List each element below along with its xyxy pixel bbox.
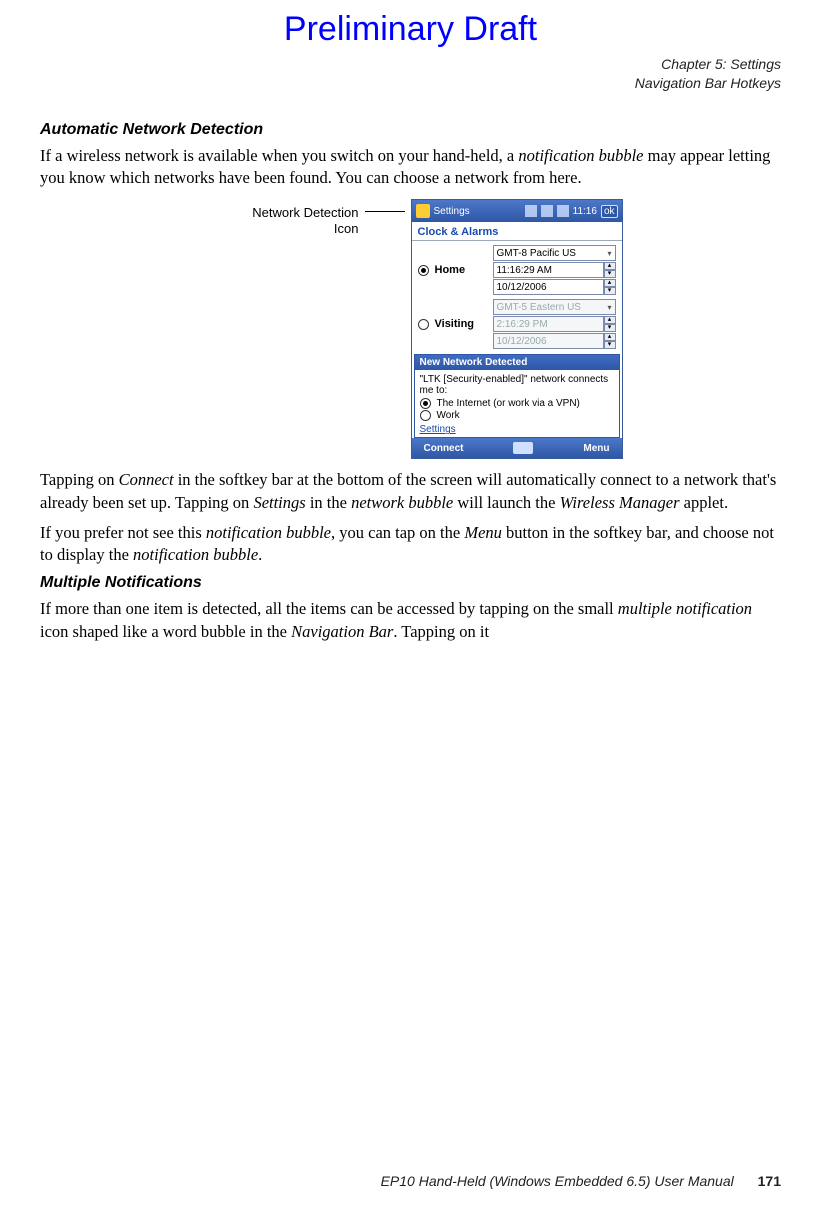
device-screenshot: Settings 11:16 ok Clock & Alarms Home GM… bbox=[411, 199, 623, 459]
softkey-menu[interactable]: Menu bbox=[583, 443, 609, 454]
paragraph: If a wireless network is available when … bbox=[40, 145, 781, 190]
callout-text: Network Detection bbox=[252, 205, 358, 220]
text: in the bbox=[306, 493, 351, 512]
callout-text: Icon bbox=[334, 221, 359, 236]
device-subtitle: Clock & Alarms bbox=[412, 222, 622, 241]
spinner[interactable]: ▴▾ bbox=[604, 333, 616, 349]
start-flag-icon[interactable] bbox=[416, 204, 430, 218]
network-popup: New Network Detected "LTK [Security-enab… bbox=[414, 354, 620, 438]
radio-internet[interactable] bbox=[420, 398, 431, 409]
draft-header: Preliminary Draft bbox=[40, 10, 781, 49]
text-em: notification bubble bbox=[133, 545, 258, 564]
ok-button[interactable]: ok bbox=[601, 205, 618, 218]
radio-home[interactable] bbox=[418, 265, 429, 276]
popup-settings-link[interactable]: Settings bbox=[420, 424, 456, 435]
text: If a wireless network is available when … bbox=[40, 146, 518, 165]
text: Tapping on bbox=[40, 470, 119, 489]
keyboard-icon[interactable] bbox=[513, 442, 533, 454]
chapter-label: Chapter 5: Settings bbox=[40, 55, 781, 74]
section-label: Navigation Bar Hotkeys bbox=[40, 74, 781, 93]
chapter-meta: Chapter 5: Settings Navigation Bar Hotke… bbox=[40, 55, 781, 93]
popup-title: New Network Detected bbox=[415, 355, 619, 370]
text: . Tapping on it bbox=[393, 622, 489, 641]
label-home: Home bbox=[435, 264, 489, 276]
popup-option-internet: The Internet (or work via a VPN) bbox=[437, 398, 580, 409]
paragraph: If you prefer not see this notification … bbox=[40, 522, 781, 567]
device-titlebar: Settings 11:16 ok bbox=[412, 200, 622, 222]
softkey-bar: Connect Menu bbox=[412, 438, 622, 458]
text: . bbox=[258, 545, 262, 564]
home-time-field[interactable]: 11:16:29 AM bbox=[493, 262, 604, 278]
signal-icon[interactable] bbox=[541, 205, 553, 217]
text: If more than one item is detected, all t… bbox=[40, 599, 618, 618]
text: , you can tap on the bbox=[331, 523, 464, 542]
softkey-connect[interactable]: Connect bbox=[424, 443, 464, 454]
text-em: Navigation Bar bbox=[291, 622, 393, 641]
spinner[interactable]: ▴▾ bbox=[604, 262, 616, 278]
paragraph: Tapping on Connect in the softkey bar at… bbox=[40, 469, 781, 514]
device-title: Settings bbox=[434, 206, 470, 217]
popup-text: "LTK [Security-enabled]" network connect… bbox=[420, 374, 614, 396]
text-em: notification bubble bbox=[206, 523, 331, 542]
text-em: Connect bbox=[119, 470, 174, 489]
text-em: Menu bbox=[464, 523, 502, 542]
device-clock: 11:16 bbox=[573, 206, 597, 217]
page-footer: EP10 Hand-Held (Windows Embedded 6.5) Us… bbox=[381, 1173, 781, 1189]
text-em: Wireless Manager bbox=[560, 493, 680, 512]
text-em: Settings bbox=[253, 493, 305, 512]
spinner[interactable]: ▴▾ bbox=[604, 279, 616, 295]
radio-visiting[interactable] bbox=[418, 319, 429, 330]
popup-option-work: Work bbox=[437, 410, 460, 421]
clock-form: Home GMT-8 Pacific US 11:16:29 AM▴▾ 10/1… bbox=[412, 241, 622, 352]
callout-label: Network Detection Icon bbox=[199, 205, 359, 236]
figure: Network Detection Icon Settings 11:16 ok… bbox=[40, 199, 781, 459]
visiting-time-field[interactable]: 2:16:29 PM bbox=[493, 316, 604, 332]
text: icon shaped like a word bubble in the bbox=[40, 622, 291, 641]
text-em: mul­tiple notification bbox=[618, 599, 752, 618]
text: applet. bbox=[680, 493, 729, 512]
text: If you prefer not see this bbox=[40, 523, 206, 542]
heading-auto-network-detection: Automatic Network Detection bbox=[40, 121, 781, 139]
home-timezone-select[interactable]: GMT-8 Pacific US bbox=[493, 245, 616, 261]
paragraph: If more than one item is detected, all t… bbox=[40, 598, 781, 643]
page-number: 171 bbox=[758, 1173, 781, 1189]
heading-multiple-notifications: Multiple Notifications bbox=[40, 574, 781, 592]
label-visiting: Visiting bbox=[435, 318, 489, 330]
network-detection-icon[interactable] bbox=[525, 205, 537, 217]
visiting-timezone-select[interactable]: GMT-5 Eastern US bbox=[493, 299, 616, 315]
footer-text: EP10 Hand-Held (Windows Embedded 6.5) Us… bbox=[381, 1173, 734, 1189]
text-em: network bubble bbox=[351, 493, 453, 512]
spinner[interactable]: ▴▾ bbox=[604, 316, 616, 332]
text-em: notification bubble bbox=[518, 146, 643, 165]
callout-line bbox=[365, 211, 405, 212]
text: will launch the bbox=[453, 493, 559, 512]
volume-icon[interactable] bbox=[557, 205, 569, 217]
visiting-date-field[interactable]: 10/12/2006 bbox=[493, 333, 604, 349]
home-date-field[interactable]: 10/12/2006 bbox=[493, 279, 604, 295]
radio-work[interactable] bbox=[420, 410, 431, 421]
